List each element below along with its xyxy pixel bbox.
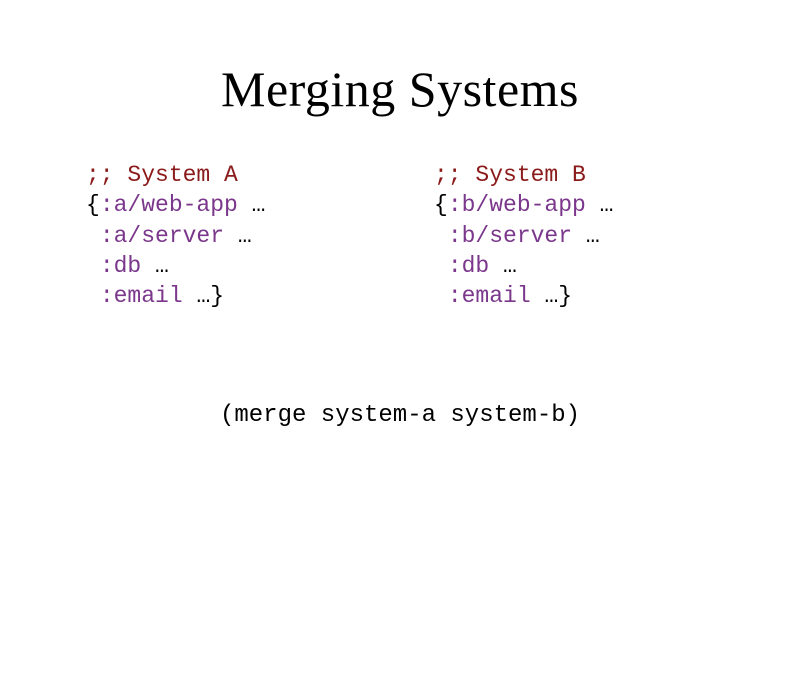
ellipsis: … (586, 192, 614, 218)
system-b-key-db: :db (448, 253, 489, 279)
slide-title: Merging Systems (0, 60, 800, 118)
system-a-key-webapp: :a/web-app (100, 192, 238, 218)
close-brace: } (210, 283, 224, 309)
system-b-key-webapp: :b/web-app (448, 192, 586, 218)
code-columns: ;; System A {:a/web-app … :a/server … :d… (0, 160, 800, 312)
close-brace: } (558, 283, 572, 309)
system-b-key-email: :email (448, 283, 531, 309)
ellipsis: … (224, 223, 252, 249)
system-a-key-email: :email (100, 283, 183, 309)
ellipsis: … (238, 192, 266, 218)
merge-expression: (merge system-a system-b) (0, 402, 800, 429)
ellipsis: … (572, 223, 600, 249)
system-a-block: ;; System A {:a/web-app … :a/server … :d… (86, 160, 434, 312)
ellipsis: … (141, 253, 169, 279)
system-b-comment: ;; System B (434, 162, 586, 188)
system-b-key-server: :b/server (448, 223, 572, 249)
system-a-key-db: :db (100, 253, 141, 279)
open-brace: { (434, 192, 448, 218)
ellipsis: … (489, 253, 517, 279)
open-brace: { (86, 192, 100, 218)
ellipsis: … (183, 283, 211, 309)
system-b-block: ;; System B {:b/web-app … :b/server … :d… (434, 160, 613, 312)
system-a-comment: ;; System A (86, 162, 238, 188)
system-a-key-server: :a/server (100, 223, 224, 249)
ellipsis: … (531, 283, 559, 309)
